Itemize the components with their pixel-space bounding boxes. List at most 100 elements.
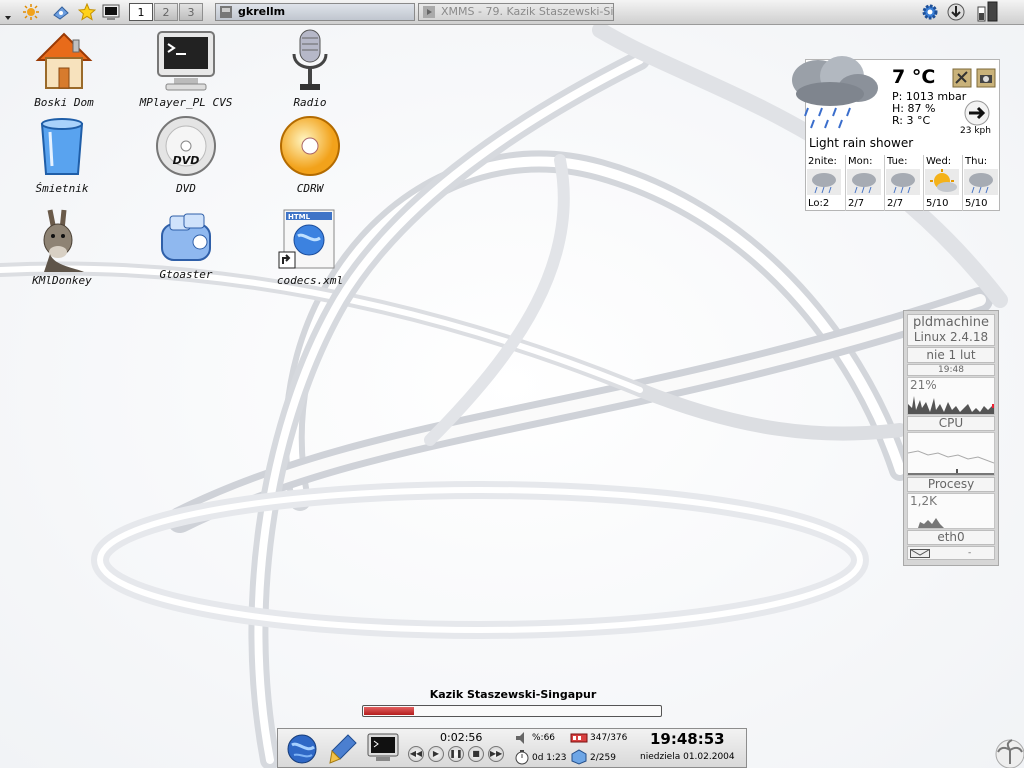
desktop-2-button[interactable]: 2 [154,3,178,21]
icon-label: MPlayer_PL CVS [139,96,233,109]
desktop-3-button[interactable]: 3 [179,3,203,21]
xmms-prev-button[interactable]: ◀◀ [408,746,424,762]
desktop-icon-home[interactable]: Boski Dom [16,28,112,109]
cpu-label: CPU [907,416,995,431]
rain-icon [964,169,998,195]
palm-logo-icon[interactable] [992,736,1024,768]
net-value: - [968,548,972,558]
xmms-next-button[interactable]: ▶▶ [488,746,504,762]
menu-arrow-icon[interactable] [4,14,12,22]
gkrellm-monitor[interactable]: pldmachine Linux 2.4.18 nie 1 lut 19:48 … [903,310,999,566]
cpu-history-graph [907,450,995,475]
volume-icon[interactable] [514,731,530,745]
html-file-icon: HTML [278,209,335,269]
stopwatch-icon [515,750,529,765]
donkey-icon [43,209,84,272]
desktop-icon-trash[interactable]: Śmietnik [14,114,110,195]
icon-label: KMlDonkey [32,274,92,287]
desktop-icon-codecs[interactable]: HTML codecs.xml [262,208,358,287]
desktop-icon-gtoaster[interactable]: Gtoaster [138,210,234,281]
icon-label: Gtoaster [159,268,213,281]
cleanup-brush-icon[interactable] [326,733,358,765]
rain-cloud-icon [792,56,878,129]
task-gkrellm[interactable]: gkrellm [215,3,415,21]
processes-value: 1,2K [910,494,937,508]
settings-gear-icon[interactable] [920,2,940,22]
svg-text:DVD: DVD [173,154,200,167]
gkrellm-clock: 19:48 [907,364,995,376]
forecast-tonight: 2nite: Lo:2 [806,155,843,211]
download-icon[interactable] [946,2,966,22]
top-taskbar: 1 2 3 gkrellm XMMS - 79. Kazik Staszewsk… [0,0,1024,25]
packages-value: 2/259 [590,753,616,763]
weather-wind: 23 kph [960,126,991,136]
desktop-icon-radio[interactable]: Radio [262,28,358,109]
cpu-history-chart [907,432,995,476]
favorites-star-icon[interactable] [78,3,96,21]
home-icon [35,32,93,89]
xmms-play-button[interactable]: ▶ [428,746,444,762]
forecast-range: 2/7 [887,198,904,209]
bottom-panel: 0:02:56 ◀◀ ▶ ❚❚ ■ ▶▶ %:66 0d 1:23 347/37… [277,728,747,768]
memory-icon [570,733,588,743]
processes-chart: 1,2K [907,493,995,529]
xmms-icon [423,6,435,18]
icon-label: DVD [176,182,196,195]
terminal-monitor-icon [157,31,215,91]
weather-condition: Light rain shower [809,136,914,150]
mail-icon [910,549,930,558]
camera-icon[interactable] [976,68,996,88]
stopwatch-value: 0d 1:23 [532,753,567,763]
task-label: gkrellm [238,5,286,18]
file-manager-icon[interactable] [52,3,70,21]
icon-label: codecs.xml [276,274,344,287]
weather-widget: 7 °C P: 1013 mbar H: 87 % R: 3 °C 23 kph… [792,56,1000,211]
task-xmms[interactable]: XMMS - 79. Kazik Staszewski-Si [418,3,614,21]
sun-cloud-icon [925,169,959,195]
memory-value: 347/376 [590,733,628,743]
rain-icon [807,169,841,195]
cpu-chart: 21% [907,377,995,415]
xmms-elapsed: 0:02:56 [440,731,483,744]
forecast-day: Tue: [887,156,908,167]
icon-label: CDRW [296,182,324,195]
forecast-day: Thu: [965,156,988,167]
gkrellm-kernel: Linux 2.4.18 [913,330,989,344]
panel-date: niedziela 01.02.2004 [640,752,735,762]
xmms-progress-bar[interactable] [362,705,662,717]
desktop-icon-cdrw[interactable]: CDRW [262,114,358,195]
satellite-map-icon[interactable] [952,68,972,88]
desktop-icon-dvd[interactable]: DVD DVD [138,114,234,195]
rain-icon [886,169,920,195]
volume-value: %:66 [532,733,556,743]
forecast-tue: Tue: 2/7 [884,155,921,211]
wind-direction-icon [964,100,990,126]
desktop-icon-kmldonkey[interactable]: KMlDonkey [14,206,110,287]
terminal-icon[interactable] [366,732,400,764]
terminal-icon[interactable] [102,3,120,21]
forecast-range: 5/10 [926,198,949,209]
svg-text:HTML: HTML [288,213,311,221]
task-label: XMMS - 79. Kazik Staszewski-Si [441,5,614,18]
globe-icon[interactable] [286,733,318,765]
desktop-icon-mplayer[interactable]: MPlayer_PL CVS [138,28,234,109]
desktop-1-button[interactable]: 1 [129,3,153,21]
forecast-day: Mon: [848,156,873,167]
xmms-pause-button[interactable]: ❚❚ [448,746,464,762]
cpu-percent: 21% [910,378,937,392]
kde-menu-icon[interactable] [22,3,40,21]
icon-label: Radio [293,96,327,109]
gkrellm-hostname: pldmachine [913,315,989,330]
panel-clock[interactable]: 19:48:53 [650,730,725,748]
forecast-range: 5/10 [965,198,988,209]
forecast-mon: Mon: 2/7 [845,155,882,211]
forecast-day: Wed: [926,156,952,167]
xmms-stop-button[interactable]: ■ [468,746,484,762]
cdrw-icon [280,116,340,176]
forecast-range: Lo:2 [808,198,830,209]
battery-icon[interactable] [976,1,1002,23]
gtoaster-icon [161,213,211,261]
gkrellm-host-panel: pldmachine Linux 2.4.18 [907,314,995,346]
eth0-panel: eth0 [907,530,995,545]
eth0-label: eth0 [937,530,965,544]
